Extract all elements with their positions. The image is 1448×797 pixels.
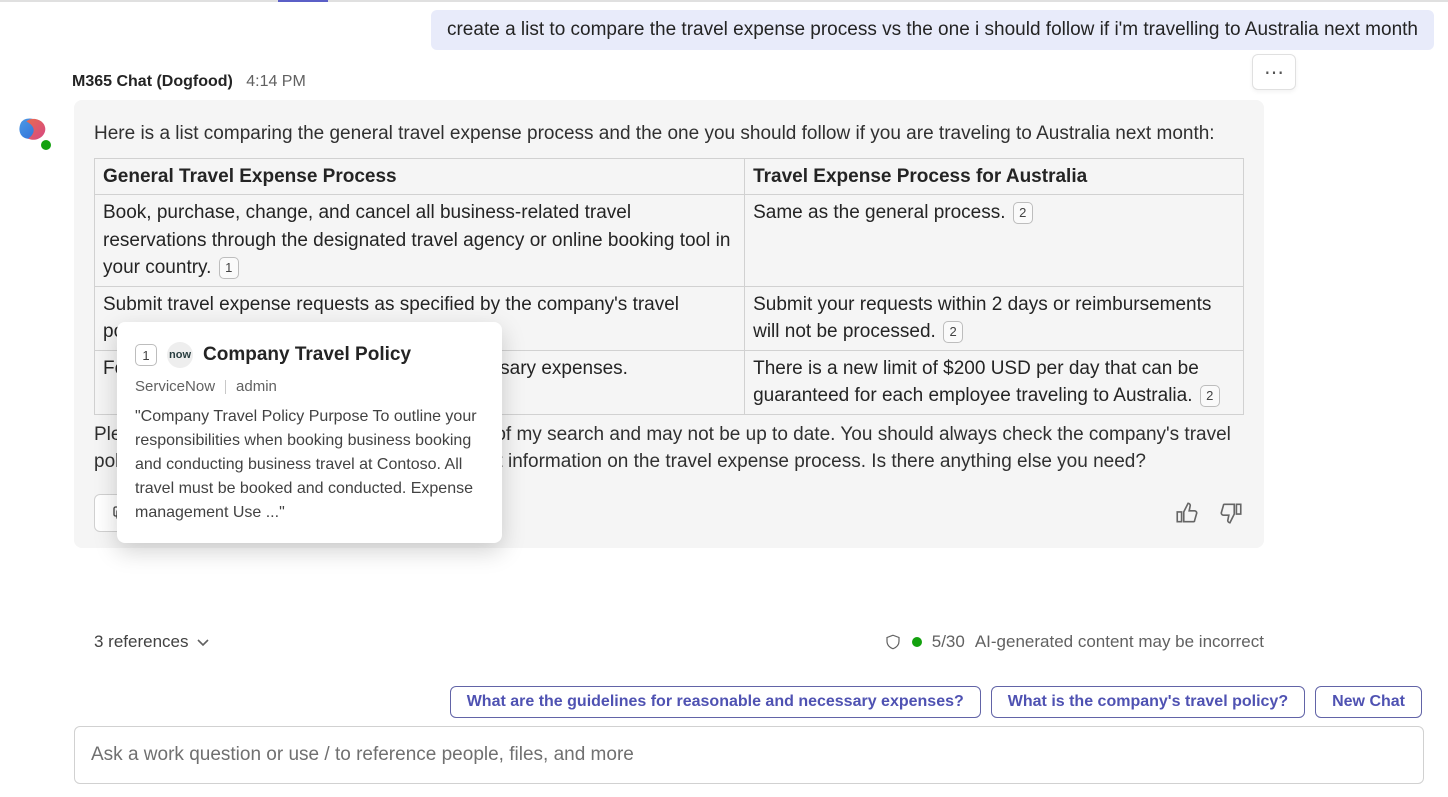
suggestion-travel-policy[interactable]: What is the company's travel policy?: [991, 686, 1305, 718]
citation-badge[interactable]: 2: [1013, 202, 1033, 224]
shield-icon: [884, 633, 902, 651]
thumbs-up-icon[interactable]: [1174, 500, 1200, 526]
message-input[interactable]: Ask a work question or use / to referenc…: [74, 726, 1424, 784]
usage-count: 5/30: [932, 632, 965, 652]
hover-card-subheader: ServiceNow admin: [135, 378, 484, 395]
citation-badge[interactable]: 2: [1200, 385, 1220, 407]
references-label: 3 references: [94, 632, 189, 652]
presence-indicator: [39, 138, 53, 152]
user-message-text: create a list to compare the travel expe…: [447, 19, 1418, 40]
hover-source: ServiceNow: [135, 378, 215, 395]
citation-hover-card: 1 now Company Travel Policy ServiceNow a…: [117, 322, 502, 543]
hover-author: admin: [236, 378, 277, 395]
table-cell: Submit your requests within 2 days or re…: [745, 286, 1244, 350]
sender-time: 4:14 PM: [246, 73, 306, 90]
below-card-row: 3 references 5/30 AI-generated content m…: [94, 632, 1264, 652]
table-header-general: General Travel Expense Process: [95, 158, 745, 195]
table-header-row: General Travel Expense Process Travel Ex…: [95, 158, 1244, 195]
separator: [225, 380, 226, 394]
table-header-australia: Travel Expense Process for Australia: [745, 158, 1244, 195]
suggested-prompts: What are the guidelines for reasonable a…: [450, 686, 1422, 718]
ai-disclaimer-text: AI-generated content may be incorrect: [975, 632, 1264, 652]
suggestion-guidelines[interactable]: What are the guidelines for reasonable a…: [450, 686, 981, 718]
hover-citation-number: 1: [135, 344, 157, 366]
references-toggle[interactable]: 3 references: [94, 632, 211, 652]
hover-body-text: "Company Travel Policy Purpose To outlin…: [135, 405, 484, 525]
servicenow-logo-icon: now: [167, 342, 193, 368]
table-cell: There is a new limit of $200 USD per day…: [745, 350, 1244, 414]
input-placeholder-text: Ask a work question or use / to referenc…: [91, 744, 634, 766]
sender-name: M365 Chat (Dogfood): [72, 73, 233, 90]
copilot-avatar: [13, 112, 51, 150]
hover-title[interactable]: Company Travel Policy: [203, 344, 411, 366]
citation-badge[interactable]: 2: [943, 321, 963, 343]
feedback-controls: [1174, 500, 1244, 526]
sender-line: M365 Chat (Dogfood) 4:14 PM: [72, 73, 306, 91]
more-icon: ⋯: [1264, 60, 1284, 85]
thumbs-down-icon[interactable]: [1218, 500, 1244, 526]
table-cell: Book, purchase, change, and cancel all b…: [95, 195, 745, 287]
ai-footer-note: 5/30 AI-generated content may be incorre…: [884, 632, 1264, 652]
chevron-down-icon: [195, 634, 211, 650]
more-actions-button[interactable]: ⋯: [1252, 54, 1296, 90]
user-message-bubble: create a list to compare the travel expe…: [431, 10, 1434, 50]
new-chat-button[interactable]: New Chat: [1315, 686, 1422, 718]
hover-card-header: 1 now Company Travel Policy: [135, 342, 484, 368]
status-dot-icon: [912, 637, 922, 647]
top-accent-rule: [0, 0, 1448, 2]
answer-intro-text: Here is a list comparing the general tra…: [94, 120, 1244, 148]
citation-badge[interactable]: 1: [219, 257, 239, 279]
table-cell: Same as the general process. 2: [745, 195, 1244, 287]
table-row: Book, purchase, change, and cancel all b…: [95, 195, 1244, 287]
